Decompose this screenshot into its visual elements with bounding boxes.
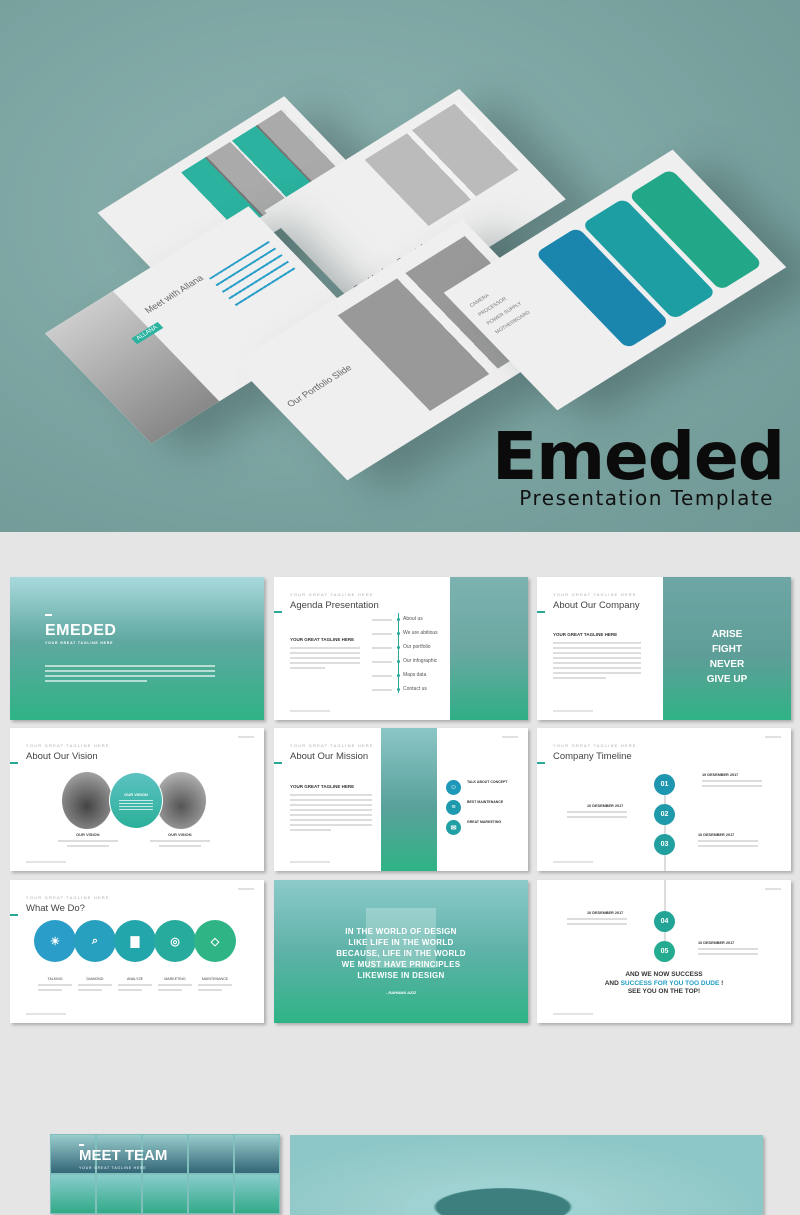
vision-label: OUR VISION — [76, 832, 100, 837]
brand-subtitle: Presentation Template — [519, 486, 774, 510]
chat-icon: ☺ — [446, 780, 461, 795]
slide-tagline: YOUR GREAT TAGLINE HERE — [553, 592, 637, 597]
slide-tagline: YOUR GREAT TAGLINE HERE — [26, 895, 110, 900]
motto-text: ARISE FIGHT NEVER GIVE UP — [706, 629, 748, 685]
slide-mission[interactable]: YOUR GREAT TAGLINE HERE About Our Missio… — [274, 728, 528, 871]
closing-text: AND WE NOW SUCCESS AND SUCCESS FOR YOU T… — [604, 971, 724, 995]
timeline-step: 01 — [654, 774, 675, 795]
slide-cover[interactable]: EMEDED YOUR GREAT TAGLINE HERE — [10, 577, 264, 720]
lightbulb-icon: ☀ — [34, 920, 76, 962]
vision-center-circle: OUR VISION — [109, 772, 163, 829]
quote-text: IN THE WORLD OF DESIGN LIKE LIFE IN THE W… — [336, 927, 466, 980]
timeline-date: 10 DESEMBER 2017 — [698, 833, 735, 837]
diamond-icon: ◇ — [194, 920, 236, 962]
megaphone-icon: ✉ — [446, 820, 461, 835]
chart-icon: ▇ — [114, 920, 156, 962]
hero-banner: Meet with Our Team Our Mockup Smartphone… — [0, 0, 800, 532]
slide-tagline: YOUR GREAT TAGLINE HERE — [290, 592, 374, 597]
feature-label: BEST MAINTENANCE — [467, 800, 504, 804]
slide-food-image[interactable] — [290, 1135, 763, 1215]
timeline-step: 03 — [654, 834, 675, 855]
vision-photo-right — [156, 772, 206, 829]
timeline-date: 10 DESEMBER 2017 — [587, 911, 624, 915]
slide-subheading: YOUR GREAT TAGLINE HERE — [553, 632, 618, 637]
slide-vision[interactable]: YOUR GREAT TAGLINE HERE About Our Vision… — [10, 728, 264, 871]
timeline-date: 10 DESEMBER 2017 — [702, 773, 739, 777]
agenda-list: About us We are abitious Our portfolio O… — [372, 616, 452, 700]
slide-subheading: YOUR GREAT TAGLINE HERE — [290, 637, 355, 642]
slide-timeline-end[interactable]: 04 05 10 DESEMBER 2017 10 DESEMBER 2017 … — [537, 880, 791, 1023]
quote-author: - RAHMAN AZIZ — [385, 990, 417, 995]
timeline-date: 10 DESEMBER 2017 — [587, 804, 624, 808]
slide-tagline: YOUR GREAT TAGLINE HERE — [290, 743, 374, 748]
plant-image — [381, 728, 437, 871]
agenda-item[interactable]: About us — [403, 616, 423, 622]
mockup-title: Meet with Allana — [142, 273, 206, 316]
search-icon: ⌕ — [74, 920, 116, 962]
slide-agenda[interactable]: YOUR GREAT TAGLINE HERE Agenda Presentat… — [274, 577, 528, 720]
slide-timeline[interactable]: YOUR GREAT TAGLINE HERE Company Timeline… — [537, 728, 791, 871]
slide-title: About Our Vision — [26, 751, 98, 762]
vision-photo-left — [62, 772, 112, 829]
slide-tagline: YOUR GREAT TAGLINE HERE — [553, 743, 637, 748]
team-photo-grid — [50, 1134, 280, 1214]
agenda-item[interactable]: Contact us — [403, 686, 427, 692]
tools-icon: ≡ — [446, 800, 461, 815]
team-tagline: YOUR GREAT TAGLINE HERE — [79, 1166, 147, 1170]
slide-title: About Our Company — [553, 600, 640, 611]
slide-tagline: YOUR GREAT TAGLINE HERE — [26, 743, 110, 748]
target-icon: ◎ — [154, 920, 196, 962]
agenda-item[interactable]: Maps data — [403, 672, 426, 678]
slide-quote[interactable]: IN THE WORLD OF DESIGN LIKE LIFE IN THE W… — [274, 880, 528, 1023]
timeline-date: 10 DESEMBER 2017 — [698, 941, 735, 945]
timeline-step: 05 — [654, 941, 675, 962]
slide-subheading: YOUR GREAT TAGLINE HERE — [290, 784, 355, 789]
agenda-item[interactable]: Our infographic — [403, 658, 437, 664]
slide-title: Company Timeline — [553, 751, 632, 762]
cover-tagline: YOUR GREAT TAGLINE HERE — [45, 641, 114, 645]
service-label: ANALYZE — [126, 977, 144, 981]
slide-about-company[interactable]: YOUR GREAT TAGLINE HERE About Our Compan… — [537, 577, 791, 720]
brand-title: Emeded — [492, 418, 785, 495]
timeline-step: 02 — [654, 804, 675, 825]
agenda-item[interactable]: Our portfolio — [403, 644, 431, 650]
mockup-title: Our Portfolio Slide — [284, 362, 354, 409]
landscape-image — [450, 577, 528, 720]
feature-label: TALK ABOUT CONCEPT — [467, 780, 508, 784]
slide-what-we-do[interactable]: YOUR GREAT TAGLINE HERE What We Do? ☀ TAL… — [10, 880, 264, 1023]
agenda-item[interactable]: We are abitious — [403, 630, 438, 636]
service-label: TALKING — [47, 977, 63, 981]
service-label: MARKETING — [164, 977, 186, 981]
slide-title: About Our Mission — [290, 751, 369, 762]
cover-title: EMEDED — [45, 622, 117, 639]
feature-label: GREAT MARKETING — [467, 820, 502, 824]
slide-meet-team[interactable]: MEET TEAM YOUR GREAT TAGLINE HERE — [50, 1134, 280, 1214]
slide-title: What We Do? — [26, 903, 85, 914]
service-label: DIAMOND — [86, 977, 104, 981]
timeline-step: 04 — [654, 911, 675, 932]
vision-label: OUR VISION — [168, 832, 192, 837]
service-label: MAINTENANCE — [201, 977, 229, 981]
slide-title: Agenda Presentation — [290, 600, 379, 611]
team-title: MEET TEAM — [79, 1147, 168, 1164]
